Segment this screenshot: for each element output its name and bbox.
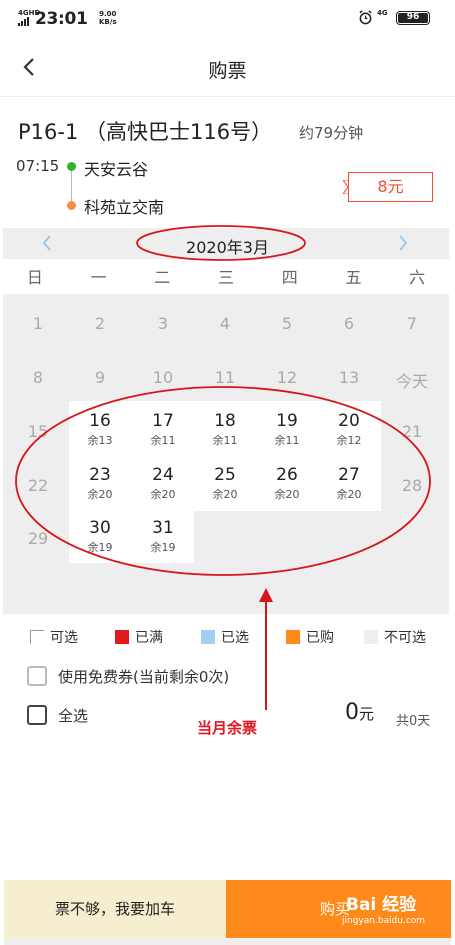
calendar-day-disabled: 4 <box>219 314 231 333</box>
divider <box>0 96 455 97</box>
legend-unavailable: 不可选 <box>364 627 426 647</box>
calendar-day-disabled: 5 <box>281 314 293 333</box>
legend-selected: 已选 <box>201 627 249 647</box>
start-station: 天安云谷 <box>84 160 149 179</box>
calendar-day-disabled: 7 <box>406 314 418 333</box>
legend-bought: 已购 <box>286 627 334 647</box>
legend-selectable: 可选 <box>30 627 78 647</box>
weekday-label: 六 <box>409 268 426 287</box>
select-all-checkbox[interactable] <box>27 705 47 725</box>
legend: 可选 已满 已选 已购 不可选 <box>3 625 449 647</box>
route-duration: 约79分钟 <box>299 124 364 142</box>
route-line <box>71 171 72 201</box>
status-bar: 4GHD 23:01 9.00 KB/s 4G 96 <box>0 0 455 36</box>
calendar-day-disabled: 1 <box>32 314 44 333</box>
watermark-url: jingyan.baidu.com <box>342 916 426 926</box>
swatch-icon <box>30 630 44 644</box>
end-station-dot-icon <box>67 201 76 210</box>
total-price: 0元 <box>345 700 375 725</box>
clock: 23:01 <box>35 9 88 29</box>
weekday-label: 五 <box>345 268 362 287</box>
weekday-label: 日 <box>26 268 43 287</box>
start-station-dot-icon <box>67 162 76 171</box>
weekday-row: 日 一 二 三 四 五 六 <box>3 262 449 294</box>
add-bus-button[interactable]: 票不够，我要加车 <box>4 880 226 938</box>
select-all-label: 全选 <box>58 707 89 725</box>
calendar-day-disabled: 3 <box>157 314 169 333</box>
price-tag: 8元 <box>348 172 433 202</box>
total-days: 共0天 <box>396 714 431 729</box>
net-type-icon: 4G <box>377 9 388 17</box>
coupon-checkbox[interactable] <box>27 666 47 686</box>
legend-full: 已满 <box>115 627 163 647</box>
buy-button[interactable]: 购买 Bai 经验 jingyan.baidu.com <box>226 880 451 938</box>
weekday-label: 一 <box>90 268 107 287</box>
signal-icon <box>18 17 30 26</box>
swatch-icon <box>286 630 300 644</box>
weekday-label: 三 <box>218 268 235 287</box>
annotation-label: 当月余票 <box>197 719 258 737</box>
watermark-logo: Bai 经验 <box>346 895 417 915</box>
network-speed: 9.00 KB/s <box>99 10 117 26</box>
departure-time: 07:15 <box>16 157 60 175</box>
coupon-label: 使用免费券(当前剩余0次) <box>58 668 230 686</box>
swatch-icon <box>364 630 378 644</box>
end-station: 科苑立交南 <box>84 198 165 217</box>
page-title: 购票 <box>208 60 247 82</box>
swatch-icon <box>201 630 215 644</box>
weekday-label: 二 <box>154 268 171 287</box>
alarm-icon <box>359 10 372 25</box>
calendar-day-disabled: 6 <box>343 314 355 333</box>
battery-icon: 96 <box>396 11 430 25</box>
swatch-icon <box>115 630 129 644</box>
annotation-oval <box>136 225 306 261</box>
annotation-oval <box>15 386 431 576</box>
calendar-day-disabled: 2 <box>94 314 106 333</box>
route-name: P16-1 （高快巴士116号） <box>18 120 273 144</box>
bottom-strip <box>4 938 451 945</box>
annotation-arrow-icon <box>259 588 273 710</box>
weekday-label: 四 <box>281 268 298 287</box>
